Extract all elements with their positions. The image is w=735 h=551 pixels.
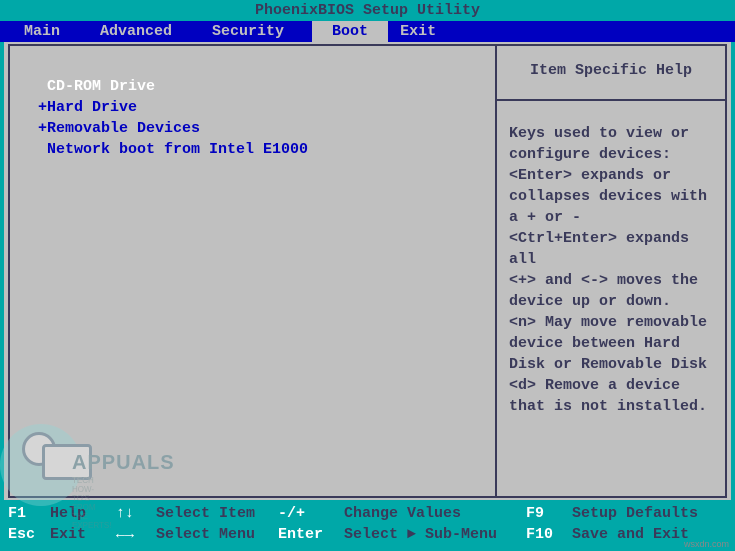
- boot-item-removable[interactable]: +Removable Devices: [38, 118, 485, 139]
- menu-main[interactable]: Main: [12, 21, 88, 42]
- label-setup-defaults: Setup Defaults: [572, 503, 727, 524]
- attribution-text: wsxdn.com: [684, 539, 729, 549]
- label-select-submenu: Select ► Sub-Menu: [344, 524, 526, 545]
- key-enter: Enter: [278, 524, 344, 545]
- boot-list: CD-ROM Drive +Hard Drive +Removable Devi…: [38, 76, 485, 160]
- boot-item-label: CD-ROM Drive: [47, 78, 155, 95]
- boot-item-network[interactable]: Network boot from Intel E1000: [38, 139, 485, 160]
- expand-indicator: +: [38, 99, 47, 116]
- key-updown: ↑↓: [116, 503, 156, 524]
- expand-indicator: [38, 78, 47, 95]
- key-f10: F10: [526, 524, 572, 545]
- key-f9: F9: [526, 503, 572, 524]
- menu-boot[interactable]: Boot: [312, 21, 388, 42]
- label-select-menu: Select Menu: [156, 524, 278, 545]
- help-body: Keys used to view or configure devices:<…: [497, 101, 725, 425]
- watermark-avatar: [0, 424, 82, 506]
- expand-indicator: +: [38, 120, 47, 137]
- menu-advanced[interactable]: Advanced: [88, 21, 200, 42]
- menu-exit[interactable]: Exit: [388, 21, 464, 42]
- label-exit: Exit: [50, 524, 116, 545]
- app-title: PhoenixBIOS Setup Utility: [255, 2, 480, 19]
- main-area: CD-ROM Drive +Hard Drive +Removable Devi…: [0, 42, 735, 500]
- boot-item-harddrive[interactable]: +Hard Drive: [38, 97, 485, 118]
- boot-item-cdrom[interactable]: CD-ROM Drive: [38, 76, 485, 97]
- label-select-item: Select Item: [156, 503, 278, 524]
- boot-item-label: Hard Drive: [47, 99, 137, 116]
- help-title: Item Specific Help: [497, 46, 725, 101]
- watermark: APPUALS TECH HOW-TO'S FROMTHE EXPERTS!: [0, 424, 82, 506]
- bios-screen: PhoenixBIOS Setup Utility Main Advanced …: [0, 0, 735, 551]
- menu-security[interactable]: Security: [200, 21, 312, 42]
- menu-bar: Main Advanced Security Boot Exit: [0, 21, 735, 42]
- label-help: Help: [50, 503, 116, 524]
- help-panel: Item Specific Help Keys used to view or …: [495, 44, 727, 498]
- expand-indicator: [38, 141, 47, 158]
- label-change-values: Change Values: [344, 503, 526, 524]
- footer-keys: F1 Help ↑↓ Select Item -/+ Change Values…: [0, 500, 735, 551]
- boot-item-label: Removable Devices: [47, 120, 200, 137]
- key-plusminus: -/+: [278, 503, 344, 524]
- key-esc: Esc: [8, 524, 50, 545]
- title-bar: PhoenixBIOS Setup Utility: [0, 0, 735, 21]
- key-leftright: ←→: [116, 524, 156, 545]
- footer-row-2: Esc Exit ←→ Select Menu Enter Select ► S…: [8, 524, 727, 545]
- boot-item-label: Network boot from Intel E1000: [47, 141, 308, 158]
- boot-order-panel: CD-ROM Drive +Hard Drive +Removable Devi…: [8, 44, 495, 498]
- footer-row-1: F1 Help ↑↓ Select Item -/+ Change Values…: [8, 503, 727, 524]
- watermark-brand: APPUALS: [72, 452, 175, 475]
- key-f1: F1: [8, 503, 50, 524]
